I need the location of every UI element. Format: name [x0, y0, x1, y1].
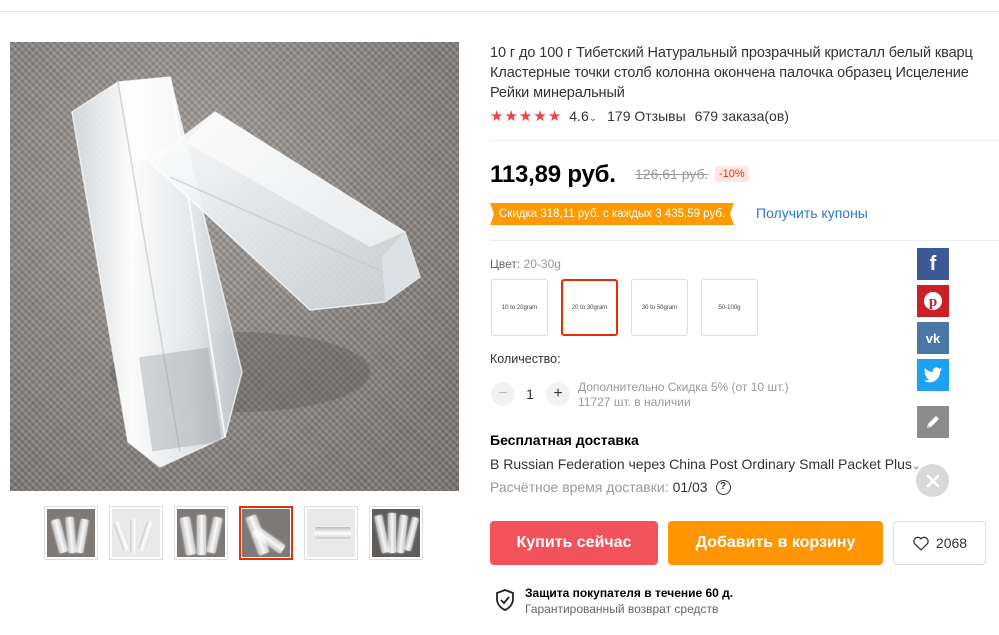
- variant-option[interactable]: 30 to 50gram: [631, 279, 688, 336]
- vk-icon[interactable]: vk: [917, 322, 949, 354]
- pinterest-icon[interactable]: p: [917, 285, 949, 317]
- thumbnail[interactable]: [109, 506, 163, 560]
- shipping-eta: Расчётное время доставки: 01/03 ?: [490, 479, 731, 495]
- chevron-down-icon: ⌄: [588, 113, 598, 124]
- shipping-method-dropdown[interactable]: В Russian Federation через China Post Or…: [490, 456, 920, 472]
- edit-icon[interactable]: [917, 406, 949, 438]
- protection-subtitle: Гарантированный возврат средств: [525, 602, 719, 616]
- old-price: 126,61 руб.: [635, 166, 709, 182]
- eta-value: 01/03: [672, 479, 708, 495]
- quantity-label: Количество:: [490, 352, 561, 366]
- color-label: Цвет: 20-30g: [490, 257, 561, 271]
- coupon-banner: Скидка 318,11 руб. с каждых 3 435,59 руб…: [490, 203, 735, 225]
- get-coupons-link[interactable]: Получить купоны: [756, 205, 868, 221]
- rating-row: ★ ★ ★ ★ ★ 4.6⌄ 179 Отзывы 679 заказа(ов): [490, 108, 789, 124]
- orders-count: 679 заказа(ов): [694, 108, 789, 124]
- close-icon[interactable]: [916, 464, 949, 497]
- quantity-decrease-button[interactable]: −: [491, 382, 515, 406]
- wishlist-count: 2068: [935, 535, 968, 551]
- quantity-increase-button[interactable]: +: [546, 382, 570, 406]
- svg-text:p: p: [929, 294, 937, 310]
- divider: [490, 140, 999, 141]
- quantity-value[interactable]: 1: [518, 386, 542, 402]
- rating-dropdown[interactable]: 4.6⌄: [569, 108, 597, 124]
- buyer-protection: Защита покупателя в течение 60 д. Гарант…: [495, 585, 733, 617]
- star-icon: ★: [533, 107, 547, 125]
- share-bar: f p vk: [917, 248, 949, 391]
- star-icon: ★: [490, 107, 504, 125]
- star-icon: ★: [518, 107, 533, 125]
- crystal-illustration: [71, 76, 421, 468]
- variant-options: 10 to 20gram 20 to 30gram 30 to 50gram 5…: [491, 279, 758, 336]
- thumbnail[interactable]: [174, 506, 228, 560]
- extra-discount-text: Дополнительно Скидка 5% (от 10 шт.): [578, 380, 789, 394]
- thumbnail-active[interactable]: [239, 506, 293, 560]
- question-icon[interactable]: ?: [715, 479, 731, 495]
- rating-value: 4.6: [569, 108, 589, 124]
- twitter-icon[interactable]: [917, 359, 949, 391]
- variant-option-selected[interactable]: 20 to 30gram: [561, 279, 618, 336]
- star-icon: ★: [547, 107, 562, 125]
- current-price: 113,89 руб.: [490, 161, 616, 188]
- protection-title: Защита покупателя в течение 60 д.: [525, 586, 734, 600]
- top-divider: [0, 11, 999, 12]
- add-to-cart-button[interactable]: Добавить в корзину: [668, 521, 883, 565]
- buy-now-button[interactable]: Купить сейчас: [490, 521, 658, 565]
- star-rating: ★ ★ ★ ★ ★: [490, 109, 561, 124]
- shipping-method-text: В Russian Federation через China Post Or…: [490, 456, 912, 472]
- variant-option[interactable]: 50-100g: [701, 279, 758, 336]
- star-icon: ★: [504, 107, 518, 125]
- color-label-text: Цвет:: [490, 257, 521, 271]
- eta-label: Расчётное время доставки:: [490, 479, 669, 495]
- reviews-link[interactable]: 179 Отзывы: [607, 108, 686, 124]
- heart-icon: [913, 536, 929, 551]
- shipping-title: Бесплатная доставка: [490, 432, 639, 448]
- quantity-info: Дополнительно Скидка 5% (от 10 шт.) 1172…: [578, 380, 789, 410]
- thumbnail-strip: [44, 506, 423, 560]
- thumbnail[interactable]: [369, 506, 423, 560]
- discount-badge: -10%: [715, 166, 749, 182]
- shield-icon: [496, 589, 514, 611]
- facebook-icon[interactable]: f: [917, 248, 949, 280]
- variant-option[interactable]: 10 to 20gram: [491, 279, 548, 336]
- divider: [490, 240, 999, 241]
- product-title: 10 г до 100 г Тибетский Натуральный проз…: [490, 45, 973, 101]
- main-product-image[interactable]: [10, 42, 459, 491]
- thumbnail[interactable]: [304, 506, 358, 560]
- stock-text: 11727 шт. в наличии: [578, 395, 691, 409]
- selected-color-value: 20-30g: [523, 257, 561, 271]
- thumbnail[interactable]: [44, 506, 98, 560]
- wishlist-button[interactable]: 2068: [893, 521, 986, 565]
